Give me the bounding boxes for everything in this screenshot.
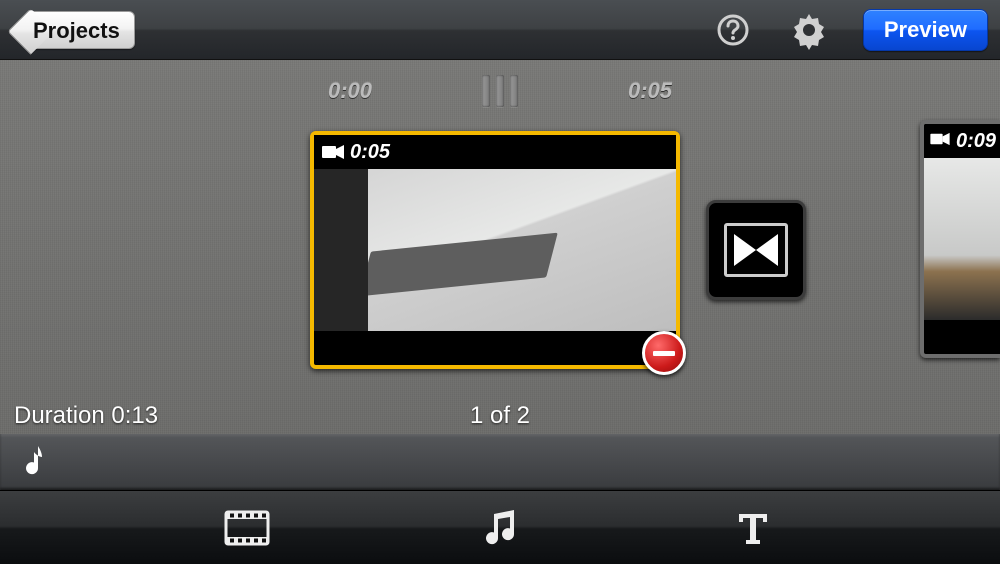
clip-thumbnail xyxy=(924,158,1000,320)
timestamp-start: 0:00 xyxy=(328,78,372,104)
preview-label: Preview xyxy=(884,17,967,42)
audio-track[interactable] xyxy=(0,434,1000,490)
timeline-ruler: 0:00 0:05 xyxy=(0,75,1000,107)
help-icon[interactable] xyxy=(711,8,755,52)
playhead-icon[interactable] xyxy=(482,75,518,107)
top-toolbar: Projects Preview xyxy=(0,0,1000,60)
projects-back-label: Projects xyxy=(33,18,120,43)
music-note-icon xyxy=(18,442,46,482)
preview-button[interactable]: Preview xyxy=(863,9,988,51)
video-camera-icon xyxy=(930,132,950,151)
timestamp-end: 0:05 xyxy=(628,78,672,104)
film-strip-icon[interactable] xyxy=(217,498,277,558)
editor-canvas: 0:00 0:05 0:05 xyxy=(0,60,1000,490)
clip-item-selected[interactable]: 0:05 xyxy=(310,131,680,369)
clip-info-row: Duration 0:13 1 of 2 xyxy=(0,402,1000,430)
clip-thumbnail xyxy=(314,169,676,331)
clip-header: 0:05 xyxy=(314,135,676,169)
clip-strip[interactable]: 0:05 xyxy=(0,120,1000,380)
project-duration: Duration 0:13 xyxy=(14,402,158,430)
transition-button[interactable] xyxy=(706,200,806,300)
clip-duration: 0:09 xyxy=(956,130,996,153)
clip-duration: 0:05 xyxy=(350,141,390,164)
clip-header: 0:09 xyxy=(924,124,1000,158)
clip-counter: 1 of 2 xyxy=(470,402,530,430)
text-icon[interactable] xyxy=(723,498,783,558)
bottom-toolbar xyxy=(0,490,1000,564)
clip-item[interactable]: 0:09 xyxy=(920,120,1000,358)
video-camera-icon xyxy=(322,144,344,160)
gear-icon[interactable] xyxy=(787,8,831,52)
crossfade-icon xyxy=(724,223,788,277)
projects-back-button[interactable]: Projects xyxy=(26,11,135,49)
delete-clip-button[interactable] xyxy=(642,331,686,375)
music-icon[interactable] xyxy=(470,498,530,558)
